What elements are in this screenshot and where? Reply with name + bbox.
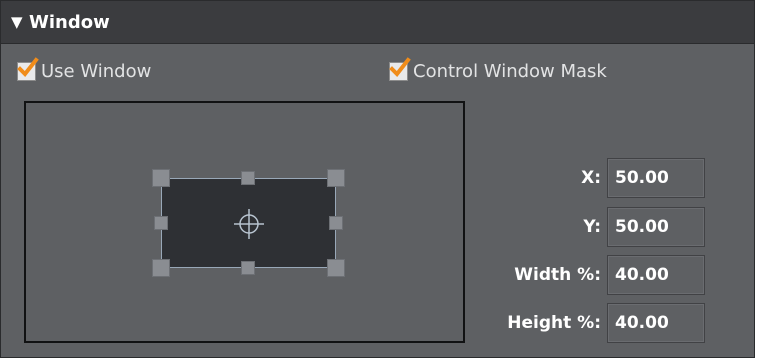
x-field: X: 50.00 xyxy=(491,158,705,198)
y-label: Y: xyxy=(583,217,601,237)
height-input[interactable]: 40.00 xyxy=(607,303,705,343)
width-input[interactable]: 40.00 xyxy=(607,255,705,295)
width-field: Width %: 40.00 xyxy=(491,255,705,295)
window-panel: ▼ Window Use Window Control Window Mask xyxy=(0,0,755,358)
resize-handle-bottom[interactable] xyxy=(241,261,255,275)
window-preview-canvas[interactable] xyxy=(24,101,465,343)
resize-handle-top-left[interactable] xyxy=(152,169,170,187)
triangle-down-icon[interactable]: ▼ xyxy=(11,13,29,31)
y-input[interactable]: 50.00 xyxy=(607,207,705,247)
use-window-label: Use Window xyxy=(41,61,152,82)
resize-handle-right[interactable] xyxy=(329,216,343,230)
checkbox-box[interactable] xyxy=(389,57,411,81)
height-label: Height %: xyxy=(507,313,601,333)
width-label: Width %: xyxy=(514,265,601,285)
use-window-checkbox[interactable]: Use Window xyxy=(17,57,152,82)
y-field: Y: 50.00 xyxy=(491,207,705,247)
window-rectangle[interactable] xyxy=(161,178,336,268)
section-title: Window xyxy=(29,11,110,33)
x-input[interactable]: 50.00 xyxy=(607,158,705,198)
resize-handle-left[interactable] xyxy=(154,216,168,230)
height-field: Height %: 40.00 xyxy=(491,303,705,343)
resize-handle-bottom-left[interactable] xyxy=(152,259,170,277)
resize-handle-top-right[interactable] xyxy=(327,169,345,187)
checkbox-box[interactable] xyxy=(17,57,39,81)
resize-handle-top[interactable] xyxy=(241,171,255,185)
checkmark-icon xyxy=(17,57,39,78)
crosshair-icon[interactable] xyxy=(231,206,267,242)
control-window-mask-checkbox[interactable]: Control Window Mask xyxy=(389,57,607,82)
checkmark-icon xyxy=(389,57,411,78)
resize-handle-bottom-right[interactable] xyxy=(327,259,345,277)
x-label: X: xyxy=(581,168,601,188)
control-window-mask-label: Control Window Mask xyxy=(413,61,607,82)
section-header[interactable]: ▼ Window xyxy=(1,1,754,44)
